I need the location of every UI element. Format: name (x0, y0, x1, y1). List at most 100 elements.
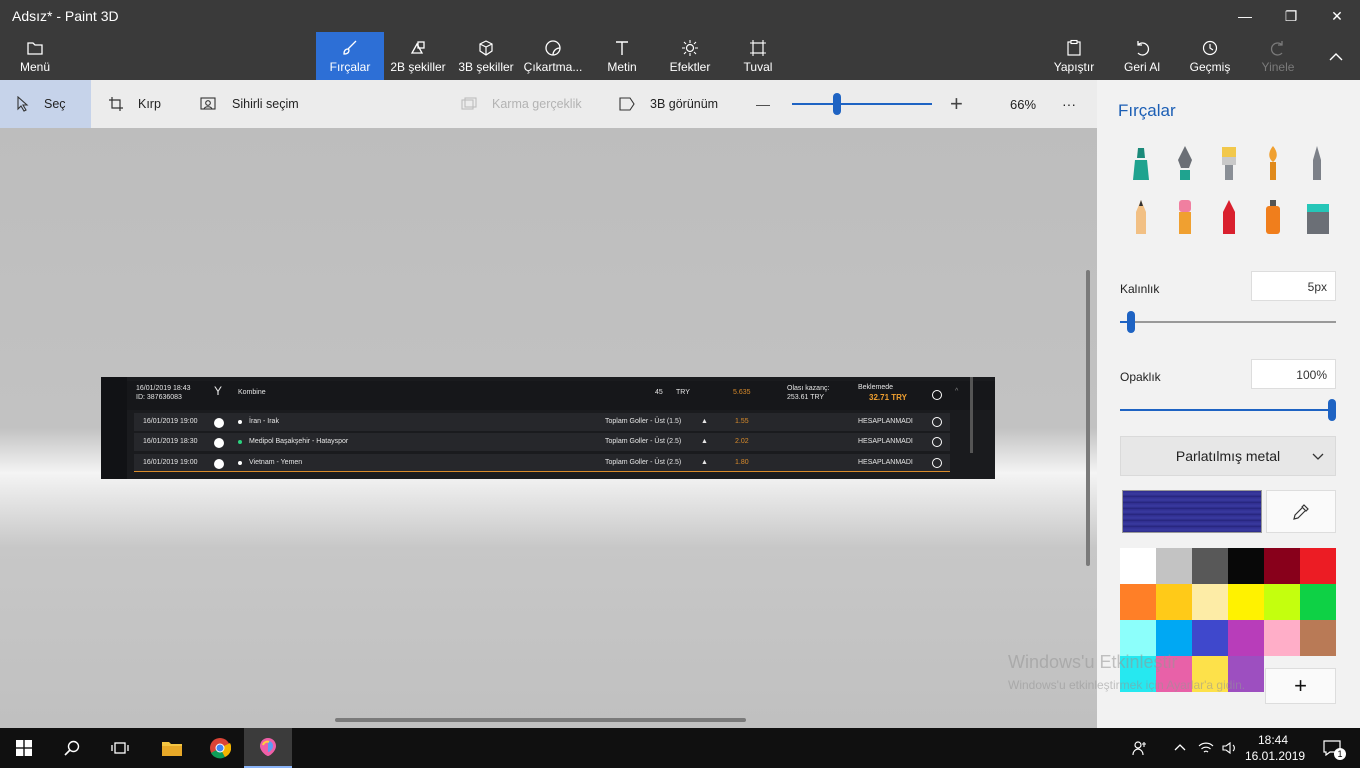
crop-tool[interactable]: Kırp (108, 80, 161, 128)
show-hidden-icons-button[interactable] (1168, 728, 1192, 768)
horizontal-scrollbar[interactable] (335, 718, 746, 722)
chevron-up-icon: ^ (955, 388, 959, 395)
marker-icon[interactable] (1127, 144, 1155, 182)
select-tool[interactable]: Seç (0, 80, 91, 128)
slip-row-result: HESAPLANMADI (858, 438, 913, 445)
color-swatch[interactable] (1156, 584, 1192, 620)
windows-icon (16, 740, 32, 756)
color-swatch[interactable] (1192, 620, 1228, 656)
people-icon (1132, 741, 1146, 756)
mixed-reality-button[interactable]: Karma gerçeklik (460, 80, 582, 128)
live-icon: ▲ (701, 438, 708, 445)
spray-can-icon[interactable] (1259, 198, 1287, 236)
collapse-ribbon-button[interactable] (1316, 32, 1356, 80)
color-swatch[interactable] (1264, 620, 1300, 656)
opacity-value: 100% (1296, 368, 1327, 382)
zoom-slider-thumb[interactable] (832, 93, 841, 115)
undo-button[interactable]: Geri Al (1118, 32, 1166, 80)
magic-select-tool[interactable]: Sihirli seçim (200, 80, 299, 128)
history-button[interactable]: Geçmiş (1186, 32, 1234, 80)
pixel-pen-icon[interactable] (1303, 144, 1331, 182)
slip-row-result: HESAPLANMADI (858, 418, 913, 425)
oil-brush-icon[interactable] (1215, 144, 1243, 182)
crayon-icon[interactable] (1215, 198, 1243, 236)
network-button[interactable] (1194, 728, 1218, 768)
taskbar-clock[interactable]: 18:44 16.01.2019 (1245, 732, 1305, 764)
action-center-button[interactable]: 1 (1312, 728, 1352, 768)
color-swatch[interactable] (1120, 620, 1156, 656)
plus-icon: + (1294, 673, 1307, 698)
zoom-in-button[interactable]: + (950, 80, 963, 128)
brush-icon (343, 40, 357, 55)
canvas-icon (750, 40, 766, 56)
thickness-input[interactable]: 5px (1251, 271, 1336, 301)
tab-text[interactable]: Metin (594, 32, 650, 80)
color-swatch[interactable] (1192, 584, 1228, 620)
eraser-icon[interactable] (1171, 198, 1199, 236)
calligraphy-pen-icon[interactable] (1171, 144, 1199, 182)
menu-button[interactable]: Menü (0, 32, 70, 80)
file-explorer-button[interactable] (148, 728, 196, 768)
vertical-scrollbar[interactable] (1086, 270, 1090, 566)
tab-3d-shapes[interactable]: 3B şekiller (454, 32, 518, 80)
chevron-up-icon (1329, 53, 1343, 61)
close-button[interactable]: ✕ (1314, 0, 1360, 32)
paste-button[interactable]: Yapıştır (1050, 32, 1098, 80)
color-swatch[interactable] (1300, 548, 1336, 584)
tab-effects[interactable]: Efektler (660, 32, 720, 80)
color-swatch[interactable] (1192, 548, 1228, 584)
color-swatch[interactable] (1264, 548, 1300, 584)
color-swatch[interactable] (1300, 620, 1336, 656)
color-swatch[interactable] (1228, 584, 1264, 620)
tab-stickers[interactable]: Çıkartma... (522, 32, 584, 80)
search-icon (64, 740, 80, 756)
opacity-slider-thumb[interactable] (1328, 399, 1336, 421)
tab-2d-shapes[interactable]: 2B şekiller (386, 32, 450, 80)
canvas-image[interactable]: 16/01/2019 18:43 ID: 387636083 Y Kombine… (101, 377, 995, 479)
zoom-slider-track[interactable] (792, 103, 932, 105)
thickness-slider-track[interactable] (1120, 321, 1336, 323)
slip-row-market: Toplam Goller - Üst (2.5) (605, 459, 682, 466)
redo-label: Yinele (1261, 60, 1295, 74)
task-view-button[interactable] (96, 728, 144, 768)
color-swatch[interactable] (1120, 584, 1156, 620)
color-swatch[interactable] (1156, 548, 1192, 584)
view-3d-button[interactable]: 3B görünüm (618, 80, 718, 128)
redo-button[interactable]: Yinele (1254, 32, 1302, 80)
color-swatch[interactable] (1264, 584, 1300, 620)
color-swatch[interactable] (1228, 620, 1264, 656)
volume-button[interactable] (1218, 728, 1242, 768)
zoom-out-button[interactable]: — (756, 80, 770, 128)
minimize-button[interactable]: — (1222, 0, 1268, 32)
current-color-swatch[interactable] (1122, 490, 1262, 533)
chrome-button[interactable] (196, 728, 244, 768)
search-button[interactable] (48, 728, 96, 768)
opacity-input[interactable]: 100% (1251, 359, 1336, 389)
people-button[interactable] (1120, 728, 1160, 768)
start-button[interactable] (0, 728, 48, 768)
minus-icon: — (756, 96, 770, 112)
watercolor-icon[interactable] (1259, 144, 1287, 182)
more-options-button[interactable]: ··· (1062, 80, 1076, 128)
add-color-button[interactable]: + (1265, 668, 1336, 704)
eyedropper-button[interactable] (1266, 490, 1336, 533)
tab-brushes[interactable]: Fırçalar (316, 32, 384, 80)
magic-select-label: Sihirli seçim (232, 97, 299, 111)
canvas-area[interactable]: 16/01/2019 18:43 ID: 387636083 Y Kombine… (0, 128, 1097, 728)
sun-icon (682, 40, 698, 56)
color-swatch[interactable] (1228, 548, 1264, 584)
notification-count-badge: 1 (1334, 748, 1346, 760)
paint3d-taskbar-button[interactable] (244, 728, 292, 768)
slip-row-date: 16/01/2019 18:30 (143, 438, 198, 445)
undo-label: Geri Al (1123, 60, 1160, 74)
color-swatch[interactable] (1300, 584, 1336, 620)
color-swatch[interactable] (1120, 548, 1156, 584)
color-swatch[interactable] (1156, 620, 1192, 656)
maximize-button[interactable]: ❐ (1268, 0, 1314, 32)
pencil-icon[interactable] (1127, 198, 1155, 236)
tab-canvas[interactable]: Tuval (730, 32, 786, 80)
thickness-slider-thumb[interactable] (1126, 311, 1135, 333)
material-dropdown[interactable]: Parlatılmış metal (1120, 436, 1336, 476)
zoom-level: 66% (1010, 80, 1036, 128)
fill-bucket-icon[interactable] (1303, 198, 1331, 236)
